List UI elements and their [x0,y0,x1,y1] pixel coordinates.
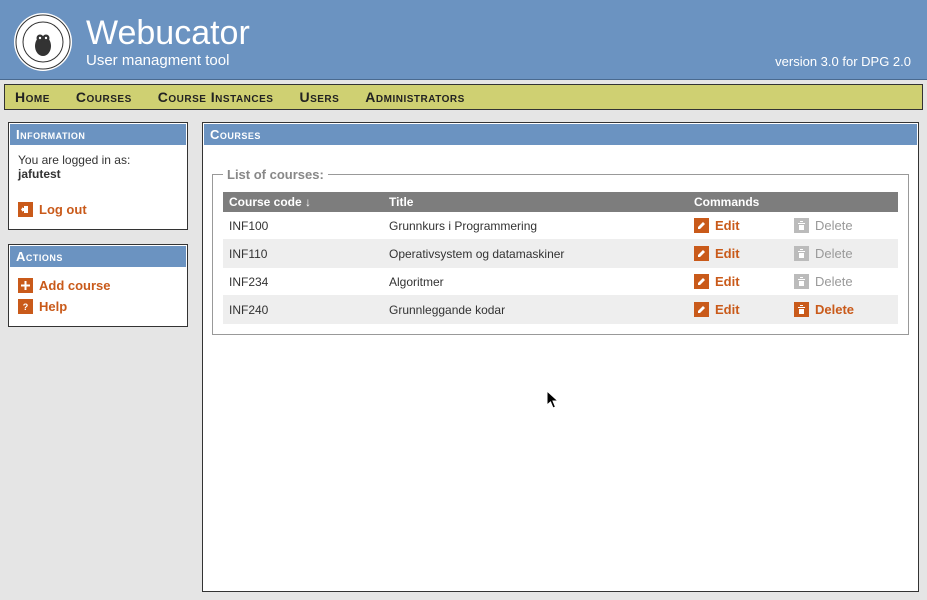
delete-label: Delete [815,246,853,261]
course-title-cell: Algoritmer [383,268,688,296]
logged-in-label: You are logged in as: [18,153,178,167]
edit-link[interactable]: Edit [694,274,740,289]
actions-panel: Actions Add course ? Help [8,244,188,327]
delete-cell: Delete [788,212,898,240]
edit-link[interactable]: Edit [694,218,740,233]
edit-cell: Edit [688,268,788,296]
delete-label: Delete [815,218,853,233]
edit-icon [694,218,709,233]
brand-block: Webucator User managment tool [14,13,250,71]
table-row: INF240Grunnleggande kodar Edit Delete [223,296,898,324]
course-title-cell: Grunnleggande kodar [383,296,688,324]
sidebar: Information You are logged in as: jafute… [8,122,188,592]
courses-table: Course code ↓ Title Commands INF100Grunn… [223,192,898,324]
courses-legend: List of courses: [223,167,328,182]
menu-administrators[interactable]: Administrators [365,89,465,105]
help-label: Help [39,299,67,314]
course-title-cell: Operativsystem og datamaskiner [383,240,688,268]
edit-icon [694,302,709,317]
edit-icon [694,274,709,289]
courses-fieldset: List of courses: Course code ↓ Title Com… [212,167,909,335]
course-code-cell: INF110 [223,240,383,268]
delete-cell: Delete [788,240,898,268]
logout-link[interactable]: Log out [18,202,87,217]
delete-link: Delete [794,246,853,261]
actions-panel-header: Actions [10,246,186,267]
edit-label: Edit [715,218,740,233]
trash-icon [794,274,809,289]
trash-icon [794,302,809,317]
course-code-cell: INF100 [223,212,383,240]
help-link[interactable]: ? Help [18,299,67,314]
information-panel-header: Information [10,124,186,145]
edit-cell: Edit [688,212,788,240]
menu-courses[interactable]: Courses [76,89,132,105]
edit-icon [694,246,709,261]
course-title-cell: Grunnkurs i Programmering [383,212,688,240]
edit-cell: Edit [688,240,788,268]
logged-in-username: jafutest [18,167,178,181]
help-icon: ? [18,299,33,314]
trash-icon [794,218,809,233]
delete-link: Delete [794,274,853,289]
delete-link[interactable]: Delete [794,302,854,317]
col-header-title[interactable]: Title [383,192,688,212]
delete-link: Delete [794,218,853,233]
edit-cell: Edit [688,296,788,324]
delete-label: Delete [815,274,853,289]
edit-link[interactable]: Edit [694,302,740,317]
table-row: INF100Grunnkurs i Programmering Edit Delet… [223,212,898,240]
col-header-code[interactable]: Course code ↓ [223,192,383,212]
course-code-cell: INF234 [223,268,383,296]
menu-course-instances[interactable]: Course Instances [158,89,274,105]
courses-panel-header: Courses [204,124,917,145]
logout-label: Log out [39,202,87,217]
edit-label: Edit [715,274,740,289]
course-code-cell: INF240 [223,296,383,324]
menu-home[interactable]: Home [15,89,50,105]
delete-cell: Delete [788,296,898,324]
edit-link[interactable]: Edit [694,246,740,261]
delete-cell: Delete [788,268,898,296]
trash-icon [794,246,809,261]
main-menu: Home Courses Course Instances Users Admi… [4,84,923,110]
delete-label: Delete [815,302,854,317]
main-area: Courses List of courses: Course code ↓ T… [202,122,919,592]
information-panel: Information You are logged in as: jafute… [8,122,188,230]
add-course-label: Add course [39,278,111,293]
table-row: INF110Operativsystem og datamaskiner Edit… [223,240,898,268]
courses-panel: Courses List of courses: Course code ↓ T… [202,122,919,592]
university-logo [14,13,72,71]
edit-label: Edit [715,246,740,261]
table-row: INF234Algoritmer Edit Delete [223,268,898,296]
plus-icon [18,278,33,293]
brand-title: Webucator [86,16,250,50]
menu-users[interactable]: Users [299,89,339,105]
edit-label: Edit [715,302,740,317]
col-header-commands: Commands [688,192,898,212]
version-label: version 3.0 for DPG 2.0 [775,54,911,69]
add-course-link[interactable]: Add course [18,278,111,293]
svg-text:?: ? [23,302,29,312]
brand-subtitle: User managment tool [86,52,250,69]
app-header: Webucator User managment tool version 3.… [0,0,927,80]
logout-icon [18,202,33,217]
